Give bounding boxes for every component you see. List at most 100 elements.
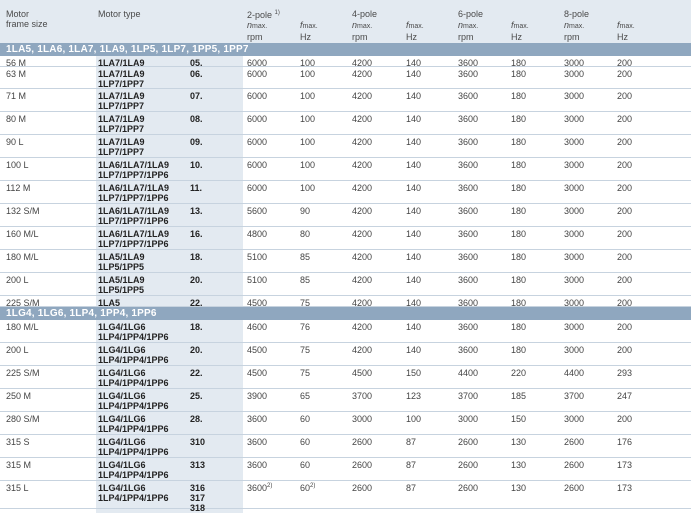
f-max-cell: 185 xyxy=(511,391,527,401)
f-max-cell: 200 xyxy=(617,252,633,262)
n-max-cell: 3700 xyxy=(458,391,479,401)
f-max-cell: 293 xyxy=(617,368,633,378)
n-max-cell: 2600 xyxy=(564,483,585,493)
n-max-cell: 6000 xyxy=(247,183,268,193)
table-row: 280 S/M 1LG4/1LG6 1LP4/1PP4/1PP6 28. 3600 60 3… xyxy=(0,412,691,435)
motor-type-cell: 1LG4/1LG6 1LP4/1PP4/1PP6 xyxy=(98,437,169,457)
f-max-header-2: fmax. Hz xyxy=(511,20,529,42)
f-max-cell: 100 xyxy=(300,91,316,101)
table-row: 225 S/M 1LA5 22. 4500 75 4200 140 3600 180 3000 20… xyxy=(0,296,691,308)
f-max-cell: 180 xyxy=(511,322,527,332)
frame-size-cell: 225 S/M xyxy=(6,368,40,378)
frame-size-cell: 315 S xyxy=(6,437,30,447)
table-row: 200 L 1LA5/1LA9 1LP5/1PP5 20. 5100 85 4200 140 3… xyxy=(0,273,691,296)
f-max-cell: 173 xyxy=(617,460,633,470)
f-max-cell: 140 xyxy=(406,206,422,216)
type-code-cell: 313 xyxy=(190,460,206,470)
f-max-cell: 140 xyxy=(406,137,422,147)
f-max-cell: 100 xyxy=(300,114,316,124)
f-max-cell: 75 xyxy=(300,345,311,355)
motor-type-cell: 1LG4/1LG6 1LP4/1PP4/1PP6 xyxy=(98,414,169,434)
f-max-cell: 90 xyxy=(300,206,311,216)
f-max-cell: 123 xyxy=(406,391,422,401)
n-max-cell: 4200 xyxy=(352,183,373,193)
table-row: 180 M/L 1LA5/1LA9 1LP5/1PP5 18. 5100 85 4200 14… xyxy=(0,250,691,273)
motor-type-cell: 1LG4/1LG6 1LP4/1PP4/1PP6 xyxy=(98,345,169,365)
frame-size-cell: 80 M xyxy=(6,114,27,124)
n-max-cell: 3000 xyxy=(564,414,585,424)
type-code-cell: 10. xyxy=(190,160,203,170)
f-max-cell: 173 xyxy=(617,483,633,493)
section-header: 1LG4, 1LG6, 1LP4, 1PP4, 1PP6 xyxy=(0,307,691,320)
n-max-cell: 6000 xyxy=(247,91,268,101)
f-max-cell: 100 xyxy=(300,69,316,79)
motor-type-cell: 1LA7/1LA9 1LP7/1PP7 xyxy=(98,137,145,157)
f-max-header-0: fmax. Hz xyxy=(300,20,318,42)
f-max-cell: 180 xyxy=(511,69,527,79)
n-max-cell: 4200 xyxy=(352,229,373,239)
table-row: 71 M 1LA7/1LA9 1LP7/1PP7 07. 6000 100 4200 140 3… xyxy=(0,89,691,112)
n-max-cell: 4200 xyxy=(352,345,373,355)
f-max-cell: 180 xyxy=(511,160,527,170)
n-max-cell: 3600 xyxy=(458,229,479,239)
n-max-cell: 2600 xyxy=(458,483,479,493)
n-max-cell: 3000 xyxy=(564,183,585,193)
n-max-cell: 3000 xyxy=(564,69,585,79)
n-max-cell: 4200 xyxy=(352,322,373,332)
table-row: 315 M 1LG4/1LG6 1LP4/1PP4/1PP6 313 3600 60 260… xyxy=(0,458,691,481)
f-max-cell: 85 xyxy=(300,275,311,285)
n-max-cell: 3600 xyxy=(458,275,479,285)
f-max-cell: 87 xyxy=(406,483,417,493)
motor-speed-table: Motor frame size Motor type 2-pole 1) 4-p… xyxy=(0,0,691,528)
table-header: Motor frame size Motor type 2-pole 1) 4-p… xyxy=(0,0,691,43)
n-max-cell: 3600 xyxy=(458,345,479,355)
section-title: 1LA5, 1LA6, 1LA7, 1LA9, 1LP5, 1LP7, 1PP5… xyxy=(6,44,249,55)
motor-type-cell: 1LA6/1LA7/1LA9 1LP7/1PP7/1PP6 xyxy=(98,229,170,249)
n-max-cell: 2600 xyxy=(564,460,585,470)
n-max-cell: 4200 xyxy=(352,275,373,285)
frame-size-header: Motor frame size xyxy=(6,9,48,29)
type-code-cell: 18. xyxy=(190,252,203,262)
f-max-cell: 60 xyxy=(300,460,311,470)
n-max-cell: 3000 xyxy=(564,252,585,262)
f-max-cell: 176 xyxy=(617,437,633,447)
type-code-cell: 28. xyxy=(190,414,203,424)
frame-size-cell: 90 L xyxy=(6,137,24,147)
n-max-cell: 4500 xyxy=(247,345,268,355)
n-max-cell: 3600 xyxy=(458,206,479,216)
frame-size-cell: 112 M xyxy=(6,183,31,193)
f-max-cell: 200 xyxy=(617,160,633,170)
table-row: 90 L 1LA7/1LA9 1LP7/1PP7 09. 6000 100 4200 140 3… xyxy=(0,135,691,158)
frame-size-cell: 280 S/M xyxy=(6,414,40,424)
n-max-cell: 4600 xyxy=(247,322,268,332)
f-max-cell: 140 xyxy=(406,183,422,193)
f-max-cell: 180 xyxy=(511,252,527,262)
frame-size-cell: 180 M/L xyxy=(6,252,39,262)
n-max-cell: 4500 xyxy=(352,368,373,378)
f-max-cell: 180 xyxy=(511,114,527,124)
table-row: 315 S 1LG4/1LG6 1LP4/1PP4/1PP6 310 3600 60 260… xyxy=(0,435,691,458)
n-max-cell: 5100 xyxy=(247,252,268,262)
n-max-cell: 3600 xyxy=(458,160,479,170)
n-max-header-0: nmax. rpm xyxy=(247,20,268,42)
f-max-cell: 180 xyxy=(511,345,527,355)
f-max-cell: 180 xyxy=(511,91,527,101)
n-max-cell: 2600 xyxy=(352,437,373,447)
type-code-cell: 22. xyxy=(190,368,203,378)
n-max-cell: 3000 xyxy=(458,414,479,424)
f-max-cell: 130 xyxy=(511,460,527,470)
n-max-cell: 3600 xyxy=(458,322,479,332)
n-max-cell: 3000 xyxy=(564,345,585,355)
n-max-cell: 3600 xyxy=(247,460,268,470)
f-max-cell: 140 xyxy=(406,252,422,262)
f-max-header-1: fmax. Hz xyxy=(406,20,424,42)
n-max-cell: 2600 xyxy=(564,437,585,447)
n-max-header-3: nmax. rpm xyxy=(564,20,585,42)
f-max-cell: 140 xyxy=(406,229,422,239)
n-max-cell: 36002) xyxy=(247,483,273,493)
f-max-cell: 60 xyxy=(300,437,311,447)
n-max-cell: 2600 xyxy=(458,460,479,470)
f-max-cell: 100 xyxy=(300,137,316,147)
motor-type-cell: 1LA7/1LA9 1LP7/1PP7 xyxy=(98,91,145,111)
f-max-cell: 140 xyxy=(406,160,422,170)
